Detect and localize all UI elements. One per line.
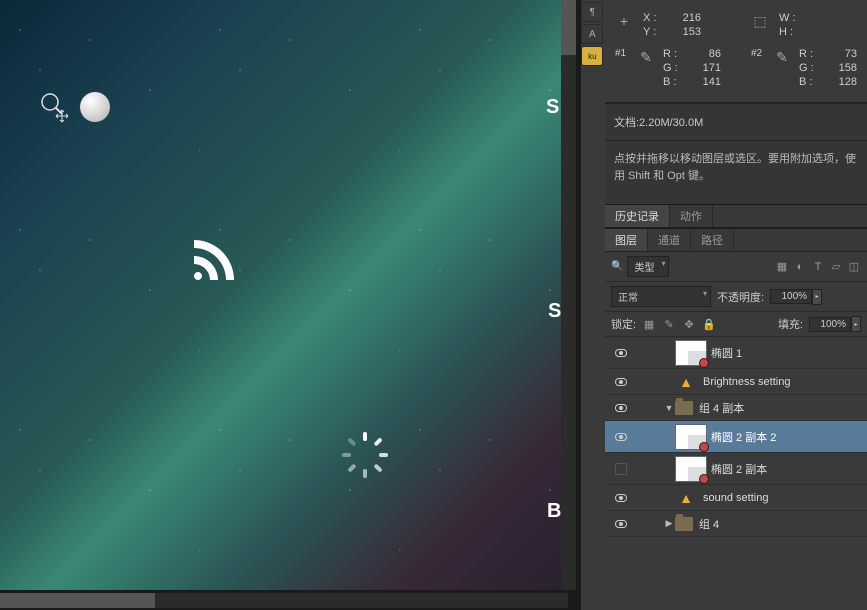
adjustment-layer-icon: ▲ [675, 488, 697, 508]
vertical-scrollbar[interactable] [561, 0, 576, 590]
opacity-input[interactable]: 100% [770, 289, 812, 304]
visibility-toggle[interactable] [615, 404, 627, 412]
ellipse-shape[interactable] [80, 92, 110, 122]
layer-filter-kind[interactable]: 类型 [627, 256, 669, 277]
tab-channels[interactable]: 通道 [648, 229, 691, 251]
history-panel-tabs: 历史记录 动作 [605, 204, 867, 228]
layers-panel: 🔍 类型 ▦ ◐ T ▱ ◫ 正常 不透明度: 100%▸ 锁定: ▦ ✎ ✥ … [605, 252, 867, 610]
layer-thumbnail[interactable] [675, 424, 707, 450]
scroll-thumb[interactable] [0, 593, 155, 608]
layer-row[interactable]: 椭圆 2 副本 [605, 453, 867, 485]
paragraph-panel-icon[interactable]: ¶ [581, 2, 603, 22]
filter-shape-icon[interactable]: ▱ [829, 260, 843, 274]
layer-name[interactable]: 椭圆 2 副本 2 [711, 429, 863, 445]
canvas-area: S S B [0, 0, 581, 610]
x-label: X : [643, 12, 661, 24]
dimensions-icon: ⬚ [751, 12, 769, 30]
layer-row-group[interactable]: ▶ 组 4 [605, 511, 867, 537]
fill-input[interactable]: 100% [809, 317, 851, 332]
disclosure-triangle[interactable]: ▼ [663, 403, 675, 413]
crosshair-icon: + [615, 12, 633, 30]
info-panel: + X :216 Y :153 ⬚ W : H : #1 ✎ R :86 [605, 0, 867, 103]
move-cursor-icon [40, 92, 70, 129]
fill-stepper[interactable]: ▸ [851, 316, 861, 332]
sampler-2-id: #2 [751, 48, 765, 59]
x-value: 216 [669, 12, 701, 24]
loading-spinner-icon[interactable] [340, 430, 390, 480]
kuler-panel-icon[interactable]: ku [581, 46, 603, 66]
sampler2-g: 158 [825, 62, 857, 74]
filter-smart-icon[interactable]: ◫ [847, 260, 861, 274]
layers-list: 椭圆 1 ▲ Brightness setting ▼ 组 4 副本 椭圆 2 … [605, 337, 867, 610]
y-value: 153 [669, 26, 701, 38]
sampler2-b: 128 [825, 76, 857, 88]
folder-icon [675, 517, 693, 531]
visibility-toggle[interactable] [615, 433, 627, 441]
h-value [805, 26, 837, 38]
tool-hint-text: 点按并拖移以移动图层或选区。要用附加选项，使用 Shift 和 Opt 键。 [605, 141, 867, 204]
visibility-toggle[interactable] [615, 378, 627, 386]
layer-name[interactable]: 组 4 [699, 516, 863, 532]
collapsed-panel-strip: ¶ A ku [581, 0, 605, 610]
sampler2-r: 73 [825, 48, 857, 60]
layer-name[interactable]: 组 4 副本 [699, 400, 863, 416]
visibility-toggle[interactable] [615, 520, 627, 528]
lock-move-icon[interactable]: ✥ [682, 317, 696, 331]
layer-name[interactable]: 椭圆 1 [711, 345, 863, 361]
tab-actions[interactable]: 动作 [670, 205, 713, 227]
fill-label: 填充: [778, 316, 803, 332]
visibility-toggle[interactable] [615, 349, 627, 357]
character-panel-icon[interactable]: A [581, 24, 603, 44]
slice-label-s: S [546, 96, 559, 119]
filter-image-icon[interactable]: ▦ [775, 260, 789, 274]
layer-row[interactable]: ▲ sound setting [605, 485, 867, 511]
w-label: W : [779, 12, 797, 24]
layer-row[interactable]: 椭圆 1 [605, 337, 867, 369]
layer-row[interactable]: ▲ Brightness setting [605, 369, 867, 395]
sampler-1-id: #1 [615, 48, 629, 59]
eyedropper-icon: ✎ [773, 48, 791, 66]
tab-history[interactable]: 历史记录 [605, 205, 670, 227]
slice-label-s: S [548, 300, 561, 323]
adjustment-layer-icon: ▲ [675, 372, 697, 392]
filter-adjust-icon[interactable]: ◐ [793, 260, 807, 274]
layer-thumbnail[interactable] [675, 456, 707, 482]
tab-paths[interactable]: 路径 [691, 229, 734, 251]
lock-transparency-icon[interactable]: ▦ [642, 317, 656, 331]
layer-thumbnail[interactable] [675, 340, 707, 366]
scroll-thumb[interactable] [561, 0, 576, 55]
layer-name[interactable]: sound setting [703, 492, 863, 504]
disclosure-triangle[interactable]: ▶ [663, 518, 675, 529]
filter-type-icon[interactable]: T [811, 260, 825, 274]
lock-label: 锁定: [611, 316, 636, 332]
rss-icon[interactable] [186, 232, 234, 280]
horizontal-scrollbar[interactable] [0, 593, 568, 608]
w-value [805, 12, 837, 24]
layer-row-group[interactable]: ▼ 组 4 副本 [605, 395, 867, 421]
opacity-label: 不透明度: [717, 289, 764, 305]
y-label: Y : [643, 26, 661, 38]
visibility-toggle[interactable] [615, 463, 627, 475]
layer-row-selected[interactable]: 椭圆 2 副本 2 [605, 421, 867, 453]
visibility-toggle[interactable] [615, 494, 627, 502]
eyedropper-icon: ✎ [637, 48, 655, 66]
blend-mode-select[interactable]: 正常 [611, 286, 711, 307]
sampler1-g: 171 [689, 62, 721, 74]
layer-name[interactable]: Brightness setting [703, 376, 863, 388]
lock-paint-icon[interactable]: ✎ [662, 317, 676, 331]
document-canvas[interactable]: S S B [0, 0, 568, 590]
sampler1-b: 141 [689, 76, 721, 88]
folder-icon [675, 401, 693, 415]
slice-label-b: B [547, 500, 561, 523]
opacity-stepper[interactable]: ▸ [812, 289, 822, 305]
document-size-info: 文档:2.20M/30.0M [605, 103, 867, 141]
right-panel: + X :216 Y :153 ⬚ W : H : #1 ✎ R :86 [605, 0, 867, 610]
h-label: H : [779, 26, 797, 38]
lock-all-icon[interactable]: 🔒 [702, 317, 716, 331]
sampler1-r: 86 [689, 48, 721, 60]
layers-panel-tabs: 图层 通道 路径 [605, 228, 867, 252]
layer-name[interactable]: 椭圆 2 副本 [711, 461, 863, 477]
tab-layers[interactable]: 图层 [605, 229, 648, 251]
